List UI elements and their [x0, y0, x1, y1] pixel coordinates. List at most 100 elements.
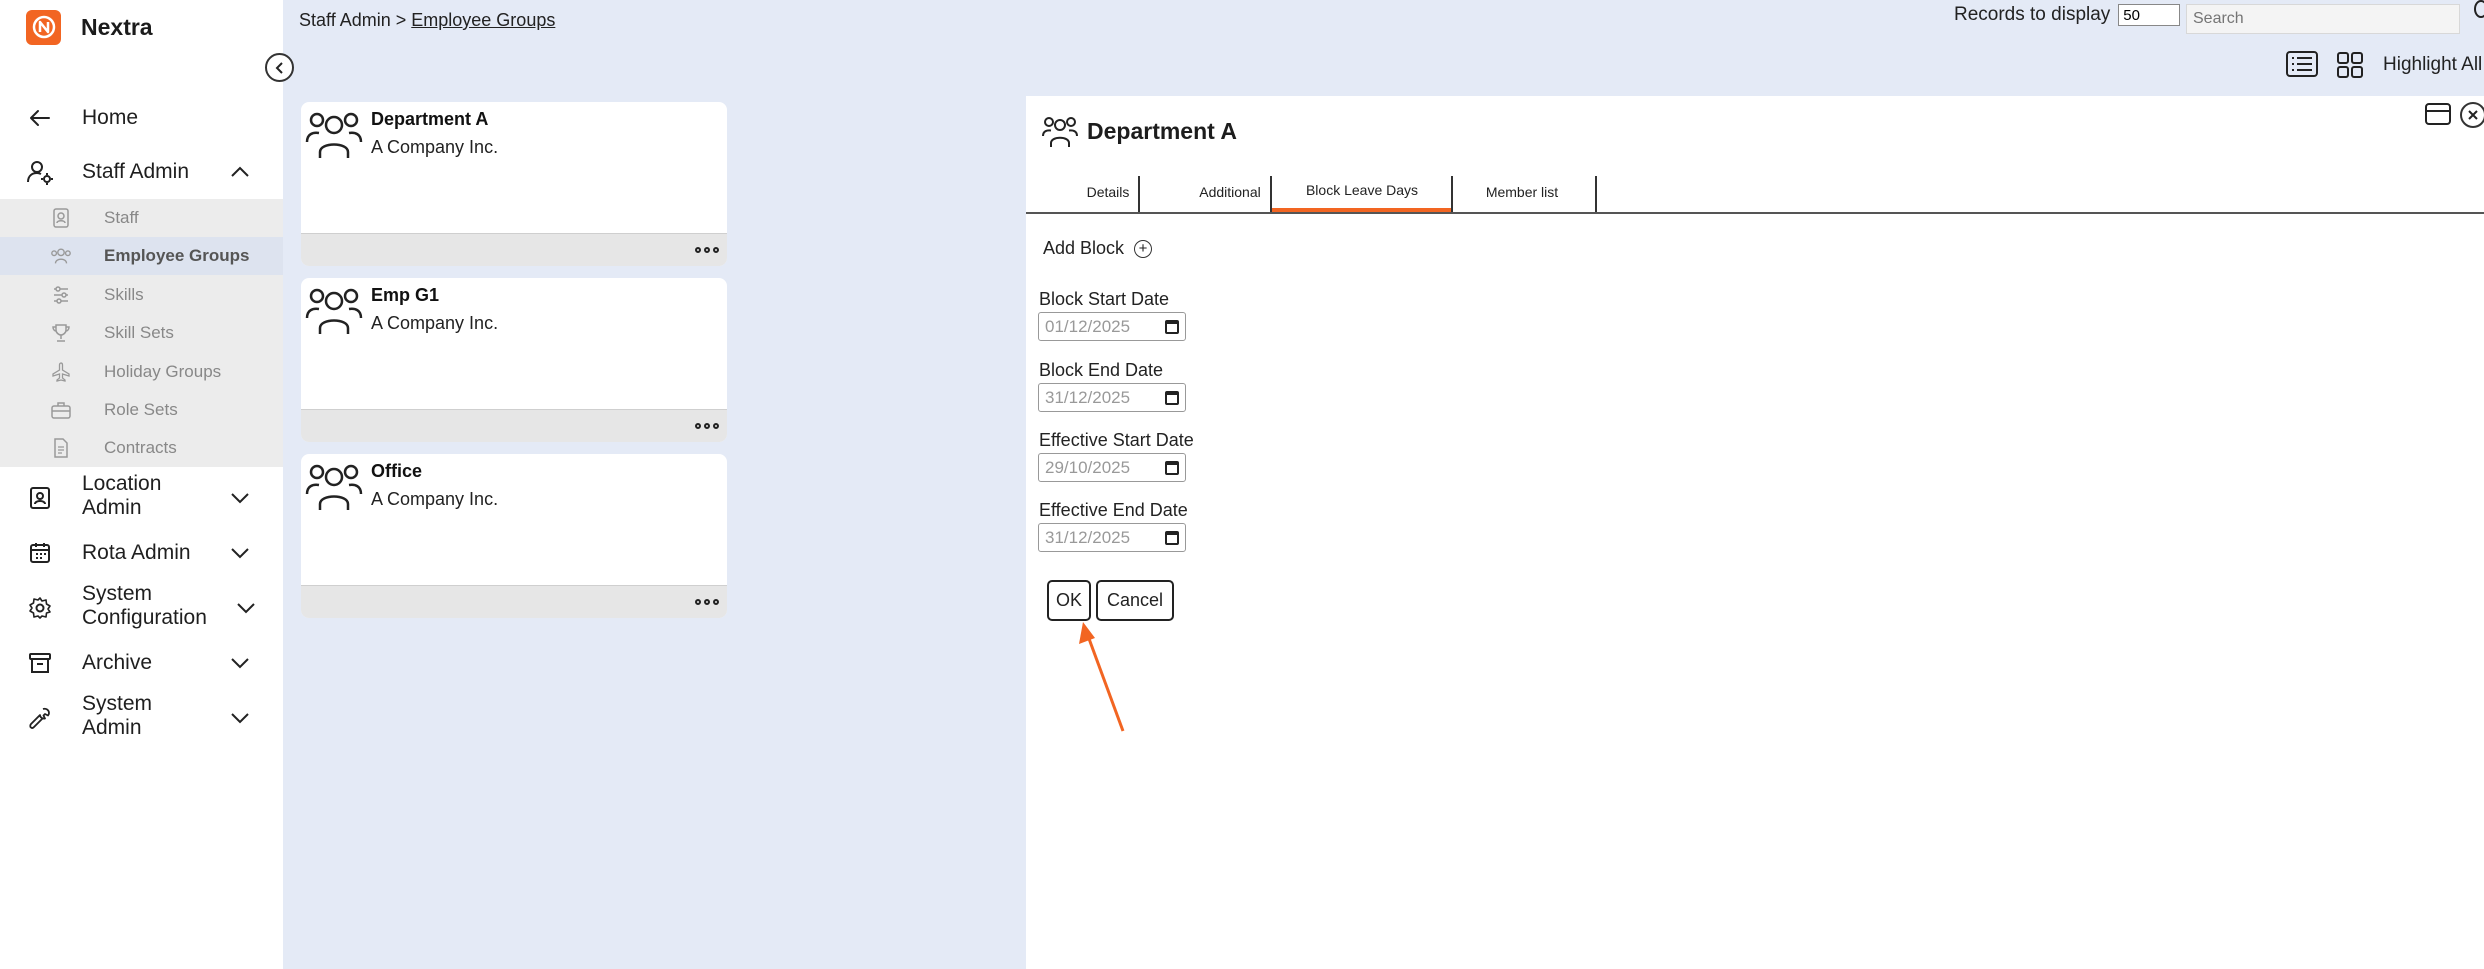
- wrench-icon: [26, 704, 54, 732]
- nav-rota-admin[interactable]: Rota Admin: [0, 539, 283, 567]
- card-subtitle: A Company Inc.: [371, 489, 499, 509]
- nav-rota-admin-label: Rota Admin: [82, 541, 191, 564]
- collapse-sidebar-button[interactable]: [265, 53, 294, 82]
- nav-system-configuration[interactable]: System Configuration: [0, 582, 283, 634]
- close-icon: [2468, 110, 2478, 120]
- nav-staff-admin[interactable]: Staff Admin: [0, 158, 283, 186]
- records-label: Records to display: [1954, 4, 2111, 25]
- sidebar-item-label: Staff: [104, 208, 139, 227]
- chevron-up-icon[interactable]: [228, 160, 252, 184]
- nav-location-admin-label-1: Location: [82, 472, 162, 495]
- archive-box-icon: [26, 649, 54, 677]
- grid-view-icon: [2337, 52, 2363, 78]
- tab-block-leave-days[interactable]: Block Leave Days: [1272, 172, 1452, 212]
- block-start-date-input[interactable]: 01/12/2025: [1038, 312, 1186, 341]
- group-card[interactable]: Office A Company Inc.: [301, 454, 727, 618]
- calendar-icon[interactable]: [1165, 320, 1179, 334]
- cancel-button[interactable]: Cancel: [1096, 580, 1174, 621]
- sidebar-item-employee-groups[interactable]: Employee Groups: [0, 237, 283, 275]
- id-badge-icon: [50, 207, 72, 229]
- panel-layout-button[interactable]: [2425, 103, 2451, 125]
- card-footer: [301, 233, 727, 266]
- people-group-icon: [305, 464, 363, 510]
- effective-end-date-label: Effective End Date: [1039, 500, 1188, 520]
- gear-icon: [26, 594, 54, 622]
- sidebar-item-label: Employee Groups: [104, 246, 250, 265]
- people-group-icon: [1042, 117, 1078, 147]
- more-options-icon[interactable]: [695, 417, 719, 435]
- nav-home-label: Home: [82, 106, 139, 129]
- card-title: Office: [371, 461, 423, 481]
- breadcrumb-root[interactable]: Staff Admin >: [299, 10, 406, 30]
- group-card[interactable]: Emp G1 A Company Inc.: [301, 278, 727, 442]
- nav-archive[interactable]: Archive: [0, 649, 283, 677]
- sidebar-item-label: Skills: [104, 285, 144, 304]
- card-footer: [301, 585, 727, 618]
- sidebar-item-contracts[interactable]: Contracts: [0, 429, 283, 467]
- detail-panel: Department A Details Additional Block Le…: [1026, 96, 2484, 969]
- chevron-down-icon[interactable]: [228, 651, 252, 675]
- card-footer: [301, 409, 727, 442]
- search-icon[interactable]: [2474, 0, 2484, 18]
- nav-system-configuration-label-2: Configuration: [82, 606, 207, 629]
- breadcrumb-current[interactable]: Employee Groups: [411, 10, 555, 30]
- date-value: 31/12/2025: [1045, 527, 1131, 547]
- tab-separator: [1595, 176, 1597, 212]
- card-title: Department A: [371, 109, 489, 129]
- nav-location-admin-label-2: Admin: [82, 496, 142, 519]
- add-block-label: Add Block: [1043, 238, 1125, 258]
- add-block-button[interactable]: Add Block +: [1043, 238, 1153, 259]
- grid-view-button[interactable]: [2336, 51, 2364, 79]
- user-gear-icon: [26, 158, 54, 186]
- chevron-down-icon[interactable]: [234, 596, 258, 620]
- nav-system-admin[interactable]: System Admin: [0, 692, 283, 744]
- sidebar-item-skill-sets[interactable]: Skill Sets: [0, 314, 283, 352]
- block-end-date-input[interactable]: 31/12/2025: [1038, 383, 1186, 412]
- trophy-icon: [50, 322, 72, 344]
- records-input[interactable]: [2118, 4, 2181, 26]
- list-view-button[interactable]: [2286, 51, 2318, 77]
- brand[interactable]: Nextra: [26, 9, 153, 45]
- close-panel-button[interactable]: [2460, 102, 2484, 128]
- staff-admin-submenu: Staff Employee Groups Skills Skill Sets …: [0, 199, 283, 467]
- brand-name: Nextra: [81, 13, 153, 40]
- effective-start-date-input[interactable]: 29/10/2025: [1038, 453, 1186, 482]
- tab-details[interactable]: Details: [1046, 172, 1170, 212]
- sidebar-item-staff[interactable]: Staff: [0, 199, 283, 237]
- card-subtitle: A Company Inc.: [371, 137, 499, 157]
- sidebar-item-holiday-groups[interactable]: Holiday Groups: [0, 353, 283, 391]
- document-icon: [50, 437, 72, 459]
- calendar-icon[interactable]: [1165, 391, 1179, 405]
- people-group-icon: [305, 288, 363, 334]
- list-view-icon: [2286, 51, 2318, 77]
- effective-end-date-input[interactable]: 31/12/2025: [1038, 523, 1186, 552]
- chevron-down-icon[interactable]: [228, 486, 252, 510]
- more-options-icon[interactable]: [695, 241, 719, 259]
- group-card[interactable]: Department A A Company Inc.: [301, 102, 727, 266]
- chevron-down-icon[interactable]: [228, 706, 252, 730]
- nav-staff-admin-label: Staff Admin: [82, 160, 190, 183]
- sidebar-item-skills[interactable]: Skills: [0, 276, 283, 314]
- ok-button[interactable]: OK: [1047, 580, 1091, 621]
- more-options-icon[interactable]: [695, 593, 719, 611]
- skills-icon: [50, 284, 72, 306]
- brand-logo-icon: [26, 9, 61, 45]
- sidebar-item-label: Skill Sets: [104, 323, 174, 342]
- nav-location-admin[interactable]: Location Admin: [0, 472, 283, 524]
- calendar-icon[interactable]: [1165, 531, 1179, 545]
- nav-home[interactable]: Home: [0, 104, 283, 132]
- sidebar-item-role-sets[interactable]: Role Sets: [0, 391, 283, 429]
- card-title: Emp G1: [371, 285, 440, 305]
- sidebar-item-label: Contracts: [104, 438, 177, 457]
- nav-system-admin-label-2: Admin: [82, 716, 142, 739]
- chevron-down-icon[interactable]: [228, 541, 252, 565]
- search-input[interactable]: [2186, 4, 2460, 34]
- add-circle-icon: +: [1134, 239, 1153, 258]
- sidebar: Nextra Home Staff Admin Staff Employee G…: [0, 0, 283, 969]
- calendar-icon[interactable]: [1165, 461, 1179, 475]
- block-end-date-label: Block End Date: [1039, 360, 1164, 380]
- people-icon: [50, 245, 72, 267]
- highlight-all-toggle[interactable]: Highlight All: [2383, 54, 2482, 76]
- tab-member-list[interactable]: Member list: [1452, 172, 1592, 212]
- date-value: 29/10/2025: [1045, 457, 1131, 477]
